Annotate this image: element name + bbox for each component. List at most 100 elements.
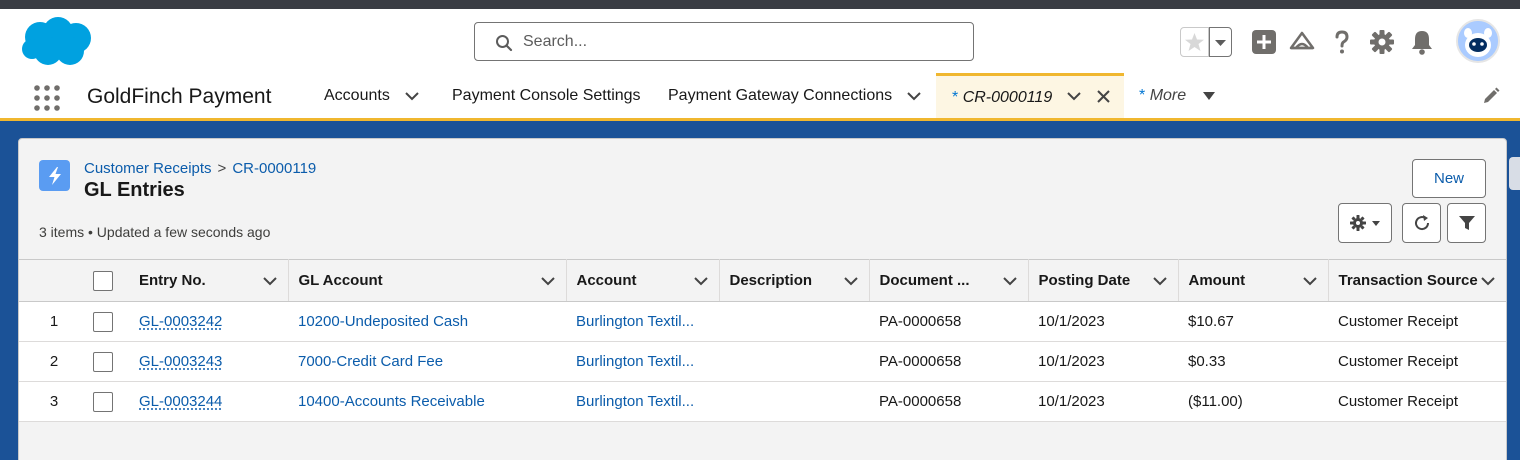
chevron-down-icon[interactable] xyxy=(1480,276,1496,286)
posting-date-cell: 10/1/2023 xyxy=(1028,381,1178,422)
nav-item-label: Payment Gateway Connections xyxy=(668,86,893,104)
trailhead-icon xyxy=(1289,31,1315,50)
utility-side-tab[interactable] xyxy=(1509,157,1520,190)
column-header-account[interactable]: Account xyxy=(566,259,720,302)
search-placeholder: Search... xyxy=(523,33,588,50)
row-select-cell xyxy=(89,301,129,342)
chevron-down-icon[interactable] xyxy=(404,91,420,101)
account-cell: Burlington Textil... xyxy=(566,381,719,422)
gl-account-link[interactable]: 10200-Undeposited Cash xyxy=(298,313,468,330)
chevron-down-icon[interactable] xyxy=(693,276,709,286)
astro-avatar-icon xyxy=(1458,21,1498,61)
row-checkbox[interactable] xyxy=(93,351,113,372)
row-number: 2 xyxy=(19,341,89,382)
breadcrumb-record[interactable]: CR-0000119 xyxy=(232,160,316,177)
account-link[interactable]: Burlington Textil... xyxy=(576,353,694,370)
column-label: Posting Date xyxy=(1038,272,1131,289)
refresh-button[interactable] xyxy=(1402,203,1441,243)
list-status-text: 3 items • Updated a few seconds ago xyxy=(39,224,271,240)
column-label: GL Account xyxy=(298,272,383,289)
more-label: More xyxy=(1149,86,1187,104)
column-header-gl-account[interactable]: GL Account xyxy=(288,259,567,302)
filter-icon xyxy=(1458,216,1475,230)
close-icon[interactable] xyxy=(1096,89,1111,104)
chevron-down-icon[interactable] xyxy=(1066,91,1082,101)
entry-no-link[interactable]: GL-0003244 xyxy=(139,393,222,410)
nav-item-payment-console-settings[interactable]: Payment Console Settings xyxy=(452,73,641,118)
app-launcher-icon[interactable] xyxy=(33,84,61,112)
amount-cell: ($11.00) xyxy=(1178,381,1328,422)
column-label: Account xyxy=(576,272,637,289)
gl-account-cell: 7000-Credit Card Fee xyxy=(288,341,566,382)
setup-button[interactable] xyxy=(1367,27,1397,57)
column-label: Document ... xyxy=(879,272,970,289)
column-label: Description xyxy=(729,272,813,289)
user-avatar[interactable] xyxy=(1456,19,1500,63)
edit-nav-pencil-icon[interactable] xyxy=(1482,87,1500,105)
chevron-down-icon[interactable] xyxy=(1302,276,1318,286)
account-cell: Burlington Textil... xyxy=(566,341,719,382)
table-row: 3 GL-0003244 10400-Accounts Receivable B… xyxy=(19,381,1506,422)
new-button[interactable]: New xyxy=(1412,159,1486,198)
table-header-row: Entry No. GL Account Account Description… xyxy=(19,259,1506,302)
column-label: Amount xyxy=(1188,272,1246,289)
chevron-down-icon[interactable] xyxy=(1002,276,1018,286)
entry-no-cell: GL-0003243 xyxy=(129,341,288,382)
global-actions-button[interactable] xyxy=(1249,27,1279,57)
gl-entries-object-icon xyxy=(39,160,70,191)
nav-item-label: Payment Console Settings xyxy=(452,86,641,104)
favorites-star-button[interactable] xyxy=(1180,27,1209,57)
breadcrumb: Customer Receipts > CR-0000119 xyxy=(84,160,316,177)
tab-cr-0000119[interactable]: * CR-0000119 xyxy=(936,73,1124,118)
table-row: 1 GL-0003242 10200-Undeposited Cash Burl… xyxy=(19,301,1506,342)
chevron-down-icon[interactable] xyxy=(906,91,922,101)
column-header-amount[interactable]: Amount xyxy=(1178,259,1329,302)
row-checkbox[interactable] xyxy=(93,391,113,412)
column-header-document[interactable]: Document ... xyxy=(869,259,1029,302)
gl-account-link[interactable]: 10400-Accounts Receivable xyxy=(298,393,485,410)
chevron-down-icon[interactable] xyxy=(262,276,278,286)
row-number: 3 xyxy=(19,381,89,422)
nav-item-payment-gateway-connections[interactable]: Payment Gateway Connections xyxy=(668,73,922,118)
global-search-box[interactable]: Search... xyxy=(474,22,974,61)
gl-account-link[interactable]: 7000-Credit Card Fee xyxy=(298,353,443,370)
filter-button[interactable] xyxy=(1447,203,1486,243)
notifications-bell-icon xyxy=(1412,31,1432,55)
column-header-description[interactable]: Description xyxy=(719,259,870,302)
account-link[interactable]: Burlington Textil... xyxy=(576,313,694,330)
salesforce-logo[interactable] xyxy=(20,15,96,69)
column-header-posting-date[interactable]: Posting Date xyxy=(1028,259,1179,302)
chevron-down-icon[interactable] xyxy=(1152,276,1168,286)
notifications-button[interactable] xyxy=(1407,27,1437,57)
help-button[interactable] xyxy=(1327,27,1357,57)
favorites-dropdown-button[interactable] xyxy=(1209,27,1232,57)
select-all-header xyxy=(89,259,129,302)
chevron-down-icon[interactable] xyxy=(843,276,859,286)
chevron-down-icon xyxy=(1215,40,1226,46)
table-row: 2 GL-0003243 7000-Credit Card Fee Burlin… xyxy=(19,341,1506,382)
row-checkbox[interactable] xyxy=(93,311,113,332)
transaction-source-cell: Customer Receipt xyxy=(1328,381,1506,422)
column-header-transaction-source[interactable]: Transaction Source xyxy=(1328,259,1506,302)
entry-no-cell: GL-0003244 xyxy=(129,381,288,422)
document-cell: PA-0000658 xyxy=(869,381,1028,422)
column-header-entry-no[interactable]: Entry No. xyxy=(129,259,289,302)
select-all-checkbox[interactable] xyxy=(93,270,113,291)
nav-item-label: Accounts xyxy=(324,86,390,104)
entry-no-link[interactable]: GL-0003242 xyxy=(139,313,222,330)
nav-item-accounts[interactable]: Accounts xyxy=(324,73,420,118)
trailhead-button[interactable] xyxy=(1287,27,1317,57)
list-view-controls-button[interactable] xyxy=(1338,203,1392,243)
refresh-icon xyxy=(1414,215,1429,231)
entry-no-link[interactable]: GL-0003243 xyxy=(139,353,222,370)
row-select-cell xyxy=(89,341,129,382)
caret-down-icon xyxy=(1203,91,1216,100)
nav-more-menu[interactable]: * More xyxy=(1139,73,1216,118)
breadcrumb-customer-receipts[interactable]: Customer Receipts xyxy=(84,160,212,177)
unsaved-marker: * xyxy=(952,89,959,106)
account-cell: Burlington Textil... xyxy=(566,301,719,342)
help-icon xyxy=(1335,30,1349,54)
account-link[interactable]: Burlington Textil... xyxy=(576,393,694,410)
document-cell: PA-0000658 xyxy=(869,301,1028,342)
chevron-down-icon[interactable] xyxy=(540,276,556,286)
